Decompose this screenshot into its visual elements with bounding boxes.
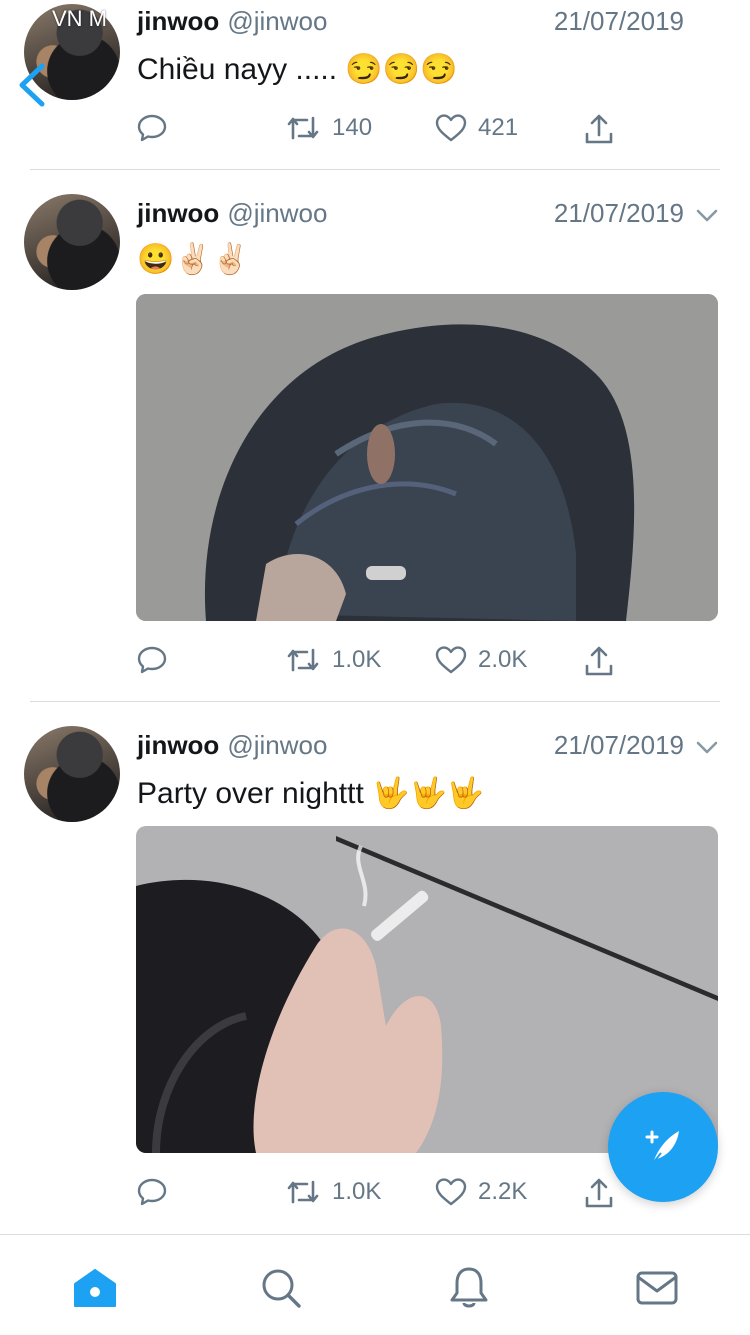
chevron-down-icon[interactable] <box>694 202 720 228</box>
compose-tweet-button[interactable] <box>608 1092 718 1202</box>
tab-search[interactable] <box>256 1263 306 1313</box>
like-count: 421 <box>478 114 519 141</box>
messages-icon <box>636 1271 678 1305</box>
display-name[interactable]: jinwoo <box>137 198 219 228</box>
tweet-2[interactable]: jinwoo @jinwoo 21/07/2019 😀✌🏻✌🏻 1.0K 2.0… <box>0 170 750 701</box>
like-button[interactable]: 2.2K <box>434 1176 527 1208</box>
like-count: 2.2K <box>478 1178 528 1205</box>
avatar[interactable] <box>24 194 120 290</box>
notifications-icon <box>450 1267 488 1308</box>
home-icon <box>74 1269 116 1307</box>
like-count: 2.0K <box>478 646 528 673</box>
retweet-icon <box>287 1180 319 1204</box>
reply-button[interactable] <box>136 644 178 676</box>
tweet-text: 😀✌🏻✌🏻 <box>137 243 250 276</box>
timestamp: 21/07/2019 <box>553 730 684 760</box>
tab-home[interactable] <box>70 1263 120 1313</box>
share-icon <box>585 1178 613 1208</box>
retweet-button[interactable]: 140 <box>284 112 372 144</box>
share-button[interactable] <box>582 1176 616 1210</box>
retweet-button[interactable]: 1.0K <box>284 1176 381 1208</box>
share-icon <box>585 646 613 676</box>
retweet-icon <box>287 116 319 140</box>
timestamp: 21/07/2019 <box>553 198 684 228</box>
hair-photo <box>136 294 718 621</box>
handle[interactable]: @jinwoo <box>227 6 327 36</box>
reply-icon <box>137 646 167 674</box>
search-icon <box>262 1269 301 1308</box>
heart-icon <box>435 646 467 674</box>
reply-icon <box>137 1178 167 1206</box>
reply-button[interactable] <box>136 1176 178 1208</box>
tweet-text: Party over nighttt 🤟🤟🤟 <box>137 777 485 810</box>
handle[interactable]: @jinwoo <box>227 730 327 760</box>
reply-icon <box>137 114 167 142</box>
display-name[interactable]: jinwoo <box>137 730 219 760</box>
tweet-text: Chiều nayy ..... 😏😏😏 <box>137 53 458 86</box>
tweet-1[interactable]: jinwoo @jinwoo 21/07/2019 Chiều nayy ....… <box>0 0 750 170</box>
share-icon <box>585 114 613 144</box>
timestamp: 21/07/2019 <box>553 6 684 36</box>
tab-bar <box>0 1234 750 1335</box>
like-button[interactable]: 2.0K <box>434 644 527 676</box>
retweet-count: 1.0K <box>332 646 382 673</box>
retweet-icon <box>287 648 319 672</box>
chevron-down-icon[interactable] <box>694 734 720 760</box>
heart-icon <box>435 114 467 142</box>
like-button[interactable]: 421 <box>434 112 518 144</box>
share-button[interactable] <box>582 112 616 146</box>
retweet-count: 1.0K <box>332 1178 382 1205</box>
avatar[interactable] <box>24 726 120 822</box>
status-bar-carrier: VN M <box>52 6 107 31</box>
retweet-count: 140 <box>332 114 373 141</box>
share-button[interactable] <box>582 644 616 678</box>
handle[interactable]: @jinwoo <box>227 198 327 228</box>
tweet-image[interactable] <box>136 294 718 621</box>
back-button[interactable] <box>14 60 48 115</box>
tab-notifications[interactable] <box>444 1263 494 1313</box>
display-name[interactable]: jinwoo <box>137 6 219 36</box>
tab-messages[interactable] <box>632 1263 682 1313</box>
compose-tweet-icon <box>645 1130 679 1164</box>
chevron-left-icon <box>19 63 45 107</box>
retweet-button[interactable]: 1.0K <box>284 644 381 676</box>
reply-button[interactable] <box>136 112 178 144</box>
heart-icon <box>435 1178 467 1206</box>
